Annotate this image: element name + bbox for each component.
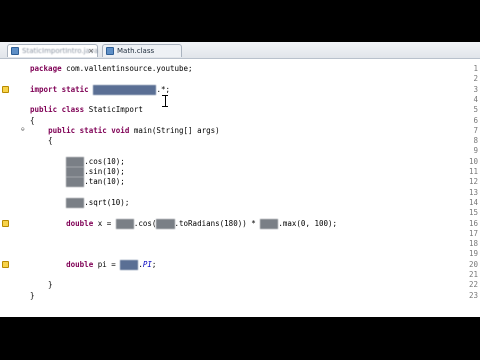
line-number: 9 [473, 146, 478, 156]
redacted-identifier: Math [156, 218, 175, 229]
code-text: { [30, 115, 35, 125]
line-number: 4 [473, 94, 478, 104]
code-line[interactable]: 1 package com.vallentinsource.youtube; [0, 64, 480, 74]
code-line[interactable]: 8 { [0, 136, 480, 146]
code-text: .cos(10); [84, 156, 125, 166]
code-text: .max(0, 100); [278, 218, 338, 228]
code-line[interactable]: 17 [0, 229, 480, 239]
line-number: 6 [473, 115, 478, 125]
code-text: package com.vallentinsource.youtube; [30, 64, 193, 73]
line-number: 7 [473, 125, 478, 135]
static-field-pi: PI [142, 259, 152, 269]
line-number: 3 [473, 84, 478, 94]
editor-tab-bar: StaticImportIntro.java × Math.class [0, 42, 480, 59]
tab-math-class[interactable]: Math.class [102, 44, 182, 57]
code-line[interactable]: 9 [0, 146, 480, 156]
warning-marker-icon[interactable] [2, 219, 9, 227]
tab-static-import-intro[interactable]: StaticImportIntro.java × [7, 44, 98, 57]
line-number: 23 [468, 290, 478, 300]
line-number: 10 [468, 156, 478, 166]
code-text: .sin(10); [84, 167, 125, 176]
redacted-identifier: Math [66, 177, 85, 188]
code-text: .cos( [133, 218, 157, 228]
code-line[interactable]: 23} [0, 291, 480, 301]
tab-label: Math.class [117, 47, 155, 55]
code-line[interactable]: 13 [0, 188, 480, 198]
line-number: 1 [473, 64, 478, 73]
code-line[interactable]: 18 [0, 239, 480, 249]
code-text: .*; [156, 84, 170, 94]
code-text: .toRadians(180)) * [174, 218, 261, 228]
java-file-icon [11, 47, 19, 55]
code-text: public class StaticImport [30, 105, 143, 115]
code-text: } [30, 290, 35, 300]
code-line[interactable]: 22 } [0, 280, 480, 290]
redacted-identifier: Math [120, 259, 139, 270]
redacted-identifier: Math [115, 218, 134, 229]
code-line[interactable]: 16 double x = Math.cos(Math.toRadians(18… [0, 218, 480, 229]
code-text: public static void main(String[] args) [48, 125, 220, 135]
line-number: 14 [468, 197, 478, 207]
code-line[interactable]: 21 [0, 270, 480, 280]
line-number: 13 [468, 187, 478, 197]
line-number: 15 [468, 208, 478, 218]
redacted-identifier: java.lang.Math [93, 84, 157, 95]
line-number: 19 [468, 249, 478, 259]
fold-toggle-icon[interactable]: ⊖ [21, 126, 27, 133]
code-line[interactable]: 12 Math.tan(10); [0, 177, 480, 188]
code-line[interactable]: 20 double pi = Math.PI; [0, 259, 480, 270]
code-text: double x = [66, 218, 116, 228]
line-number: 2 [473, 74, 478, 84]
line-number: 5 [473, 105, 478, 115]
code-line[interactable]: 2 [0, 74, 480, 84]
redacted-identifier: Math [66, 197, 85, 208]
line-number: 16 [468, 218, 478, 228]
code-line[interactable]: 5 public class StaticImport [0, 105, 480, 115]
class-file-icon [106, 47, 114, 55]
code-text: double pi = [66, 259, 121, 269]
code-text: .sqrt(10); [84, 197, 130, 207]
redacted-identifier: Math [66, 167, 85, 177]
redacted-identifier: Math [260, 218, 279, 229]
line-number: 22 [468, 280, 478, 290]
redacted-identifier: Math [66, 156, 85, 167]
code-text: ; [151, 259, 157, 269]
line-number: 17 [468, 228, 478, 238]
line-number: 12 [468, 177, 478, 187]
code-line[interactable]: 10 Math.cos(10); [0, 156, 480, 167]
tab-label: StaticImportIntro.java [22, 47, 99, 55]
code-text: } [30, 280, 53, 290]
code-line[interactable]: ⊖ 7 public static void main(String[] args… [0, 126, 480, 136]
code-text: import static [30, 84, 89, 94]
code-line[interactable]: 15 [0, 208, 480, 218]
code-line[interactable]: 4 [0, 95, 480, 105]
video-frame: StaticImportIntro.java × Math.class 1 pac… [0, 0, 480, 360]
code-line[interactable]: 6{ [0, 116, 480, 126]
code-line[interactable]: 11 Math.sin(10); [0, 167, 480, 177]
code-text: { [30, 136, 53, 146]
code-editor[interactable]: 1 package com.vallentinsource.youtube; 2 3 i… [0, 59, 480, 317]
line-number: 21 [468, 270, 478, 279]
text-cursor-icon [162, 95, 168, 107]
line-number: 11 [468, 167, 478, 176]
line-number: 18 [468, 239, 478, 249]
warning-marker-icon[interactable] [2, 85, 9, 93]
line-number: 8 [473, 136, 478, 146]
warning-marker-icon[interactable] [2, 260, 9, 268]
code-line[interactable]: 14 Math.sqrt(10); [0, 197, 480, 208]
code-line[interactable]: 3 import static java.lang.Math.*; [0, 84, 480, 95]
code-line[interactable]: 19 [0, 249, 480, 259]
line-number: 20 [468, 259, 478, 269]
close-icon[interactable]: × [88, 45, 94, 58]
code-text: .tan(10); [84, 177, 125, 187]
